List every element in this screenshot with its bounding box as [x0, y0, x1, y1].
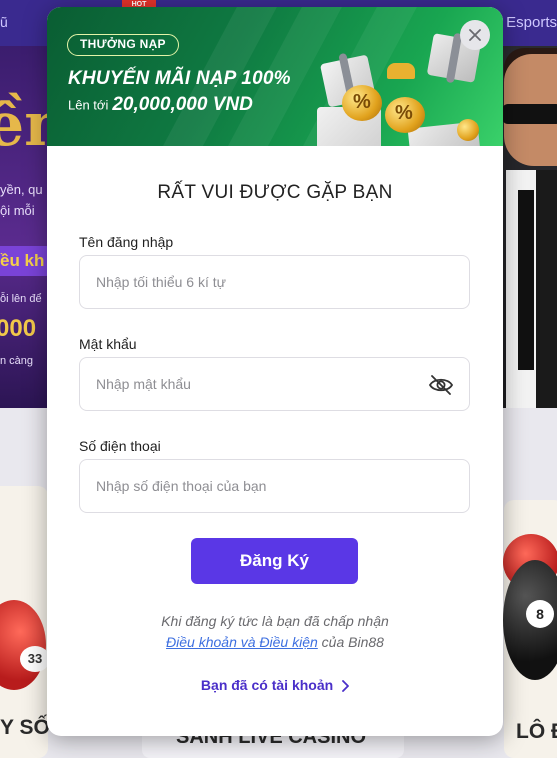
modal-heading: RẤT VUI ĐƯỢC GẶP BẠN	[157, 182, 393, 203]
login-link-label: Bạn đã có tài khoản	[200, 677, 334, 693]
toggle-password-visibility-button[interactable]	[428, 373, 454, 397]
terms-link[interactable]: Điều khoản và Điều kiện	[166, 634, 318, 650]
register-modal: THƯỞNG NẠP KHUYẾN MÃI NẠP 100% Lên tới 20…	[47, 7, 503, 736]
game-card-label-lode: LÔ Đ	[516, 720, 557, 743]
banner-text-4: n càng	[0, 355, 34, 367]
phone-input[interactable]	[80, 460, 469, 512]
username-field-box	[79, 255, 470, 309]
sunglasses	[502, 104, 557, 124]
banner-text-3: ỗi lên để	[0, 293, 42, 305]
terms-link-line: Điều khoản và Điều kiện của Bin88	[47, 632, 503, 653]
chevron-right-icon	[342, 680, 349, 693]
lottery-ball-number: 33	[20, 646, 50, 672]
password-input[interactable]	[80, 358, 469, 410]
password-field-box	[79, 357, 470, 411]
promo-header: THƯỞNG NẠP KHUYẾN MÃI NẠP 100% Lên tới 20…	[47, 7, 503, 146]
promo-badge: THƯỞNG NẠP	[67, 34, 179, 56]
promo-subtitle-prefix: Lên tới	[68, 97, 109, 113]
game-card-label-lottery: Y SỐ	[0, 716, 50, 739]
terms-suffix: của Bin88	[317, 634, 384, 650]
close-button[interactable]	[460, 20, 490, 50]
percent-symbol: %	[395, 102, 413, 124]
register-button[interactable]: Đăng Ký	[191, 538, 358, 584]
eye-off-icon	[428, 375, 454, 395]
person-jacket	[536, 170, 557, 408]
percent-symbol: %	[353, 91, 371, 113]
person-tie	[518, 190, 534, 370]
password-label: Mật khẩu	[79, 336, 137, 352]
banner-amount: 000	[0, 315, 37, 342]
banner-text-2: ội mỗi	[0, 203, 35, 218]
terms-line: Khi đăng ký tức là bạn đã chấp nhận	[161, 613, 389, 629]
terms-notice: Khi đăng ký tức là bạn đã chấp nhận Điều…	[47, 611, 503, 653]
banner-chip-text: ều kh	[0, 251, 45, 270]
promo-title: KHUYẾN MÃI NẠP 100%	[68, 68, 291, 89]
nav-item-partial[interactable]: ũ	[0, 14, 8, 30]
login-link[interactable]: Bạn đã có tài khoản	[47, 677, 503, 693]
close-icon	[469, 29, 481, 41]
promo-subtitle: Lên tới 20,000,000 VND	[68, 94, 253, 116]
coin	[457, 119, 479, 141]
username-input[interactable]	[80, 256, 469, 308]
banner-text-1: yền, qu	[0, 182, 43, 197]
phone-label: Số điện thoại	[79, 438, 161, 454]
gold-bow	[387, 63, 415, 79]
nav-item-esports[interactable]: Esports	[506, 14, 557, 31]
phone-field-box	[79, 459, 470, 513]
promo-subtitle-amount: 20,000,000 VND	[112, 94, 253, 115]
username-label: Tên đăng nhập	[79, 234, 174, 250]
black-ball-number: 8	[526, 600, 554, 628]
